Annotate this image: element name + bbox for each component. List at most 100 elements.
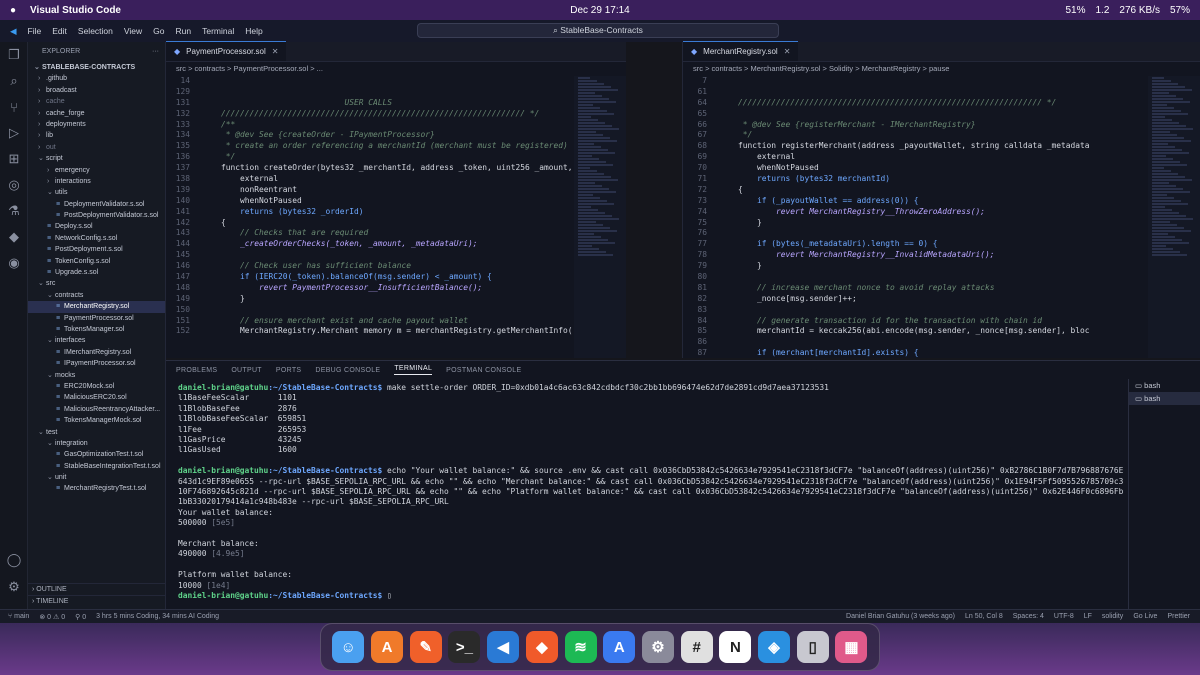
menu-go[interactable]: Go bbox=[153, 26, 164, 36]
system-settings-icon[interactable]: ⚙ bbox=[641, 631, 674, 663]
folder-item[interactable]: ⌄ interfaces bbox=[28, 335, 165, 346]
network-indicator[interactable]: 276 KB/s bbox=[1119, 5, 1160, 16]
command-center[interactable]: ⌕ StableBase-Contracts bbox=[417, 23, 779, 38]
apple-icon[interactable]: ● bbox=[10, 5, 16, 16]
cpu-indicator[interactable]: 51% bbox=[1065, 5, 1085, 16]
file-item[interactable]: ≡ TokensManagerMock.sol bbox=[28, 415, 165, 426]
file-item[interactable]: ≡ Deploy.s.sol bbox=[28, 221, 165, 232]
code-area[interactable]: 7 61 64 //////////////////////////////////… bbox=[683, 76, 1200, 358]
folder-item[interactable]: › interactions bbox=[28, 176, 165, 187]
terminal-instance[interactable]: ▭ bash bbox=[1129, 379, 1200, 392]
encoding[interactable]: UTF-8 bbox=[1054, 613, 1074, 620]
close-icon[interactable]: ✕ bbox=[784, 42, 791, 62]
breadcrumb[interactable]: src > contracts > MerchantRegistry.sol >… bbox=[683, 62, 1200, 76]
file-item[interactable]: ≡ PostDeployment.s.sol bbox=[28, 244, 165, 255]
outline-section[interactable]: › OUTLINE bbox=[28, 583, 165, 595]
notion-icon[interactable]: N bbox=[719, 631, 752, 663]
app-name[interactable]: Visual Studio Code bbox=[30, 5, 121, 16]
folder-item[interactable]: › cache bbox=[28, 96, 165, 107]
account-icon[interactable]: ◯ bbox=[0, 547, 28, 573]
file-item[interactable]: ≡ MaliciousERC20.sol bbox=[28, 392, 165, 403]
menu-file[interactable]: File bbox=[28, 26, 42, 36]
file-item[interactable]: ≡ PaymentProcessor.sol bbox=[28, 313, 165, 324]
coding-time[interactable]: 3 hrs 5 mins Coding, 34 mins AI Coding bbox=[96, 613, 219, 620]
folder-item[interactable]: ⌄ test bbox=[28, 427, 165, 438]
indentation[interactable]: Spaces: 4 bbox=[1013, 613, 1044, 620]
minimap[interactable] bbox=[574, 76, 626, 358]
file-item[interactable]: ≡ NetworkConfig.s.sol bbox=[28, 233, 165, 244]
folder-item[interactable]: › broadcast bbox=[28, 85, 165, 96]
menu-help[interactable]: Help bbox=[245, 26, 262, 36]
file-item[interactable]: ≡ IMerchantRegistry.sol bbox=[28, 347, 165, 358]
panel-tab-problems[interactable]: PROBLEMS bbox=[176, 367, 217, 374]
trash-icon[interactable]: ▯ bbox=[796, 631, 829, 663]
spotify-icon[interactable]: ≋ bbox=[564, 631, 597, 663]
file-item[interactable]: ≡ PostDeploymentValidator.s.sol bbox=[28, 210, 165, 221]
cursor-position[interactable]: Ln 50, Col 8 bbox=[965, 613, 1003, 620]
timeline-section[interactable]: › TIMELINE bbox=[28, 595, 165, 607]
testing-icon[interactable]: ⚗ bbox=[0, 198, 28, 224]
file-item[interactable]: ≡ IPaymentProcessor.sol bbox=[28, 358, 165, 369]
problems-indicator[interactable]: ⊗ 0 ⚠ 0 bbox=[39, 613, 65, 621]
file-item[interactable]: ≡ Upgrade.s.sol bbox=[28, 267, 165, 278]
file-item[interactable]: ≡ TokenConfig.s.sol bbox=[28, 256, 165, 267]
menu-view[interactable]: View bbox=[124, 26, 142, 36]
docker-icon[interactable]: ◆ bbox=[0, 224, 28, 250]
slack-icon[interactable]: # bbox=[680, 631, 713, 663]
branch-indicator[interactable]: ⑂ main bbox=[8, 613, 29, 620]
file-item[interactable]: ≡ StableBaseIntegrationTest.t.sol bbox=[28, 461, 165, 472]
pen-icon[interactable]: ✎ bbox=[409, 631, 442, 663]
file-item[interactable]: ≡ MaliciousReentrancyAttacker... bbox=[28, 404, 165, 415]
folder-item[interactable]: › lib bbox=[28, 130, 165, 141]
code-area[interactable]: 14 129 131 USER CALLS 132 /////////////////… bbox=[166, 76, 626, 358]
file-item[interactable]: ≡ DeploymentValidator.s.sol bbox=[28, 199, 165, 210]
explorer-icon[interactable]: ❐ bbox=[0, 42, 28, 68]
folder-item[interactable]: › out bbox=[28, 142, 165, 153]
prettier[interactable]: Prettier bbox=[1167, 613, 1190, 620]
panel-tab-ports[interactable]: PORTS bbox=[276, 367, 302, 374]
finder-icon[interactable]: ☺ bbox=[332, 631, 365, 663]
file-item[interactable]: ≡ MerchantRegistryTest.t.sol bbox=[28, 483, 165, 494]
vs-code-icon[interactable]: ◀ bbox=[487, 631, 520, 663]
search-icon[interactable]: ⌕ bbox=[0, 68, 28, 94]
ports-indicator[interactable]: ⚲ 0 bbox=[75, 613, 86, 621]
minimap[interactable] bbox=[1148, 76, 1200, 358]
panel-tab-terminal[interactable]: TERMINAL bbox=[394, 365, 433, 375]
launchpad-icon[interactable]: ▦ bbox=[835, 631, 868, 663]
panel-tab-debug-console[interactable]: DEBUG CONSOLE bbox=[315, 367, 380, 374]
folder-item[interactable]: ⌄ contracts bbox=[28, 290, 165, 301]
menu-run[interactable]: Run bbox=[176, 26, 192, 36]
git-blame[interactable]: Daniel Brian Gatuhu (3 weeks ago) bbox=[846, 613, 955, 620]
folder-item[interactable]: ⌄ src bbox=[28, 278, 165, 289]
folder-item[interactable]: ⌄ unit bbox=[28, 472, 165, 483]
file-item[interactable]: ≡ TokensManager.sol bbox=[28, 324, 165, 335]
clock[interactable]: Dec 29 17:14 bbox=[0, 5, 1200, 16]
tab-payment-processor[interactable]: ◆ PaymentProcessor.sol ✕ bbox=[166, 41, 287, 62]
menu-selection[interactable]: Selection bbox=[78, 26, 113, 36]
folder-item[interactable]: › deployments bbox=[28, 119, 165, 130]
run-debug-icon[interactable]: ▷ bbox=[0, 120, 28, 146]
workspace-root[interactable]: ⌄ STABLEBASE-CONTRACTS bbox=[28, 62, 165, 73]
folder-item[interactable]: ⌄ integration bbox=[28, 438, 165, 449]
file-item[interactable]: ≡ ERC20Mock.sol bbox=[28, 381, 165, 392]
app-store-icon[interactable]: A bbox=[371, 631, 404, 663]
folder-item[interactable]: ⌄ script bbox=[28, 153, 165, 164]
close-icon[interactable]: ✕ bbox=[272, 42, 279, 62]
file-item[interactable]: ≡ GasOptimizationTest.t.sol bbox=[28, 449, 165, 460]
breadcrumb[interactable]: src > contracts > PaymentProcessor.sol >… bbox=[166, 62, 626, 76]
postman-icon[interactable]: ◉ bbox=[0, 250, 28, 276]
menu-terminal[interactable]: Terminal bbox=[202, 26, 234, 36]
folder-item[interactable]: ⌄ mocks bbox=[28, 370, 165, 381]
language-mode[interactable]: solidity bbox=[1102, 613, 1123, 620]
terminal-instance[interactable]: ▭ bash bbox=[1129, 392, 1200, 405]
remote-icon[interactable]: ◎ bbox=[0, 172, 28, 198]
brave-icon[interactable]: ◆ bbox=[525, 631, 558, 663]
file-item[interactable]: ≡ MerchantRegistry.sol bbox=[28, 301, 165, 313]
more-actions-icon[interactable]: ··· bbox=[152, 42, 165, 62]
extensions-icon[interactable]: ⊞ bbox=[0, 146, 28, 172]
folder-item[interactable]: › cache_forge bbox=[28, 108, 165, 119]
terminal-output[interactable]: daniel-brian@gatuhu:~/StableBase-Contrac… bbox=[178, 383, 1128, 608]
memory-indicator[interactable]: 1.2 bbox=[1095, 5, 1109, 16]
battery-indicator[interactable]: 57% bbox=[1170, 5, 1190, 16]
panel-tab-output[interactable]: OUTPUT bbox=[231, 367, 262, 374]
